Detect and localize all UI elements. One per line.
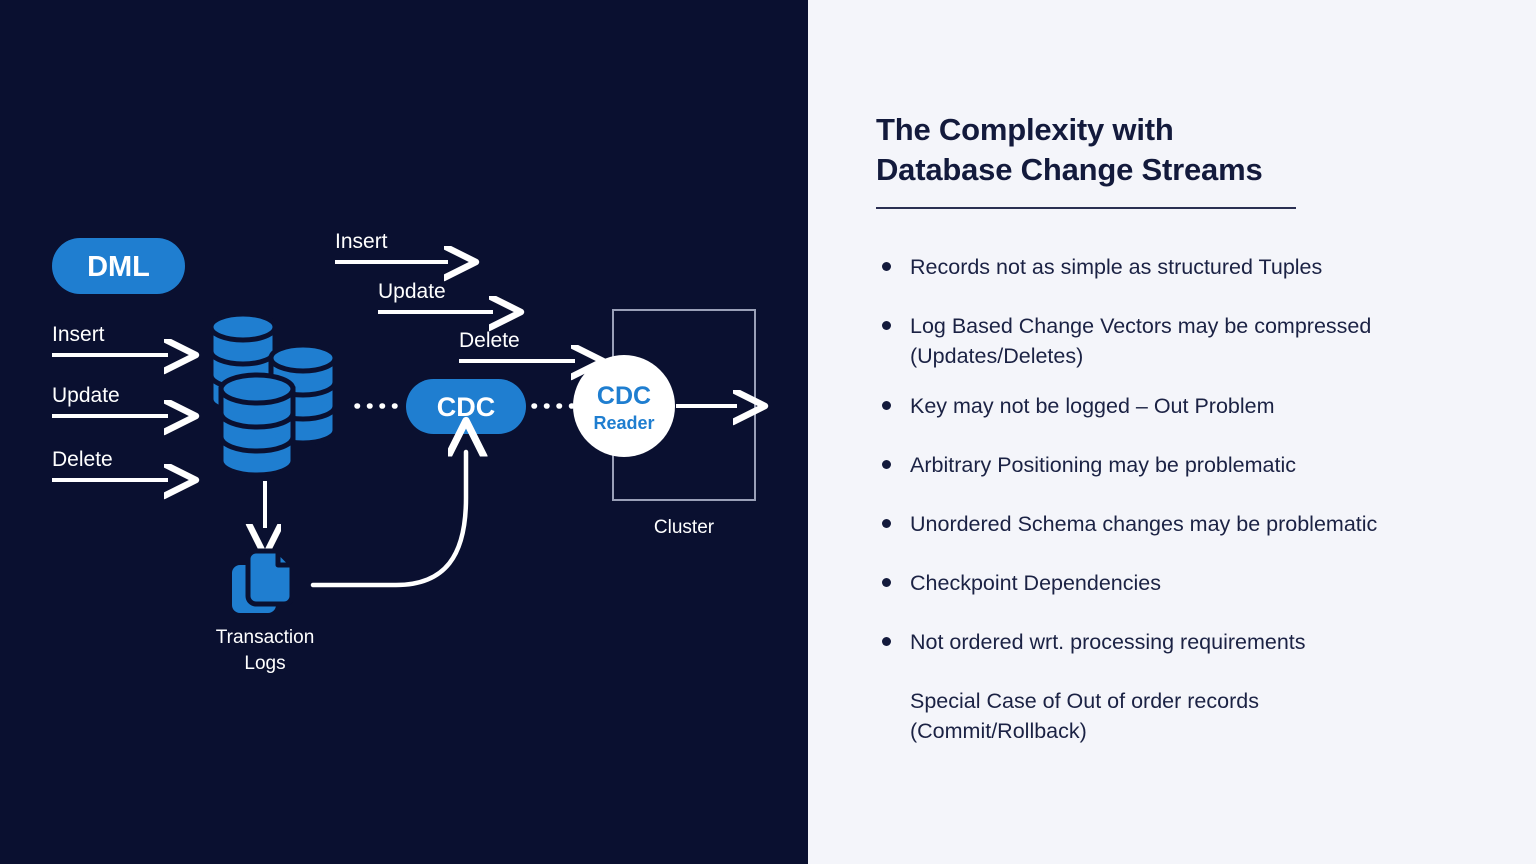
diagram-panel: DML Insert Update Delete Insert Update D…: [0, 0, 808, 864]
list-item-label: Arbitrary Positioning may be problematic: [910, 453, 1296, 477]
cdc-architecture-diagram: DML Insert Update Delete Insert Update D…: [52, 230, 808, 613]
page-title-line-2: Database Change Streams: [876, 151, 1263, 187]
bullet-dot-icon: [876, 252, 910, 282]
list-item-label: Unordered Schema changes may be problema…: [910, 512, 1378, 536]
dml-badge: DML: [52, 238, 185, 294]
stream-op-delete-label: Delete: [459, 329, 520, 352]
cdc-reader-node: CDC Reader: [573, 355, 675, 457]
stream-op-update: Update: [378, 280, 493, 312]
cdc-reader-label-line1: CDC: [597, 382, 651, 410]
bullet-dot-icon: [876, 509, 910, 539]
cdc-node-label: CDC: [437, 392, 496, 422]
list-item: Records not as simple as structured Tupl…: [876, 252, 1516, 282]
bullet-dot-icon: [876, 568, 910, 598]
cluster-label: Cluster: [653, 517, 715, 538]
list-item-label: Records not as simple as structured Tupl…: [910, 255, 1323, 279]
cdc-reader-label-line2: Reader: [593, 413, 654, 433]
list-item: Key may not be logged – Out Problem: [876, 391, 1516, 421]
complexity-bullet-list: Records not as simple as structured Tupl…: [876, 252, 1516, 766]
list-item-label: Not ordered wrt. processing requirements: [910, 630, 1306, 654]
stream-op-insert-label: Insert: [335, 230, 388, 253]
source-op-update: Update: [52, 384, 168, 416]
source-op-delete: Delete: [52, 448, 168, 480]
list-item: Unordered Schema changes may be problema…: [876, 509, 1516, 539]
bullet-dot-icon: [876, 311, 910, 341]
list-item: Not ordered wrt. processing requirements: [876, 627, 1516, 657]
bullet-dot-icon: [876, 450, 910, 480]
source-op-insert-label: Insert: [52, 323, 105, 346]
cdc-node: CDC: [406, 379, 526, 434]
dml-badge-label: DML: [87, 251, 150, 283]
logs-to-cdc-curved-arrow: [310, 452, 466, 588]
slide-root: DML Insert Update Delete Insert Update D…: [0, 0, 1536, 864]
title-underline: [876, 207, 1296, 209]
content-panel: The Complexity with Database Change Stre…: [808, 0, 1536, 864]
list-item-label: Checkpoint Dependencies: [910, 571, 1161, 595]
source-op-update-label: Update: [52, 384, 120, 407]
stream-op-update-label: Update: [378, 280, 446, 303]
list-item: Arbitrary Positioning may be problematic: [876, 450, 1516, 480]
source-op-delete-label: Delete: [52, 448, 113, 471]
bullet-dot-icon: [876, 627, 910, 657]
list-item-label: Special Case of Out of order records (Co…: [910, 689, 1259, 743]
list-item-label: Log Based Change Vectors may be compress…: [910, 314, 1372, 368]
list-item: Special Case of Out of order records (Co…: [876, 686, 1516, 746]
transaction-logs-label: Transaction Logs: [215, 627, 315, 674]
list-item-label: Key may not be logged – Out Problem: [910, 394, 1275, 418]
page-title: The Complexity with Database Change Stre…: [876, 110, 1306, 189]
transaction-logs-icon: [232, 548, 295, 613]
bullet-dot-icon: [876, 391, 910, 421]
database-stack-icon: [208, 311, 338, 478]
stream-op-insert: Insert: [335, 230, 448, 262]
list-item: Checkpoint Dependencies: [876, 568, 1516, 598]
list-item: Log Based Change Vectors may be compress…: [876, 311, 1516, 371]
source-op-insert: Insert: [52, 323, 168, 355]
stream-op-delete: Delete: [459, 329, 575, 361]
page-title-line-1: The Complexity with: [876, 112, 1174, 147]
